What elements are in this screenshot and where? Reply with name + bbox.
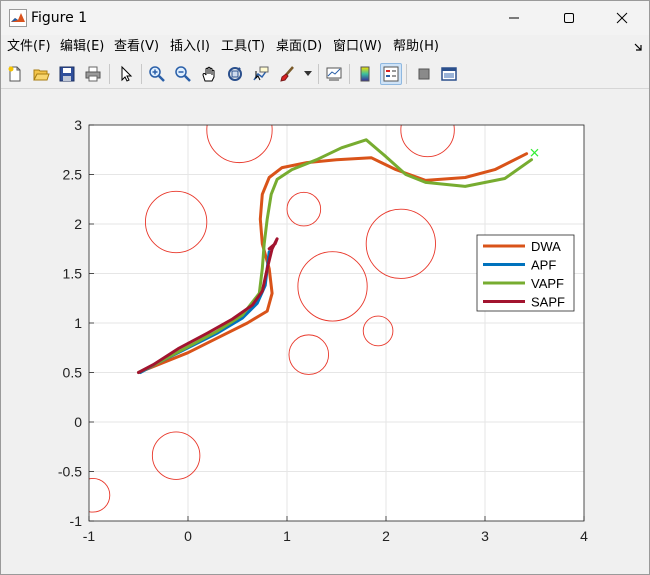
print-icon	[85, 66, 101, 82]
title-bar[interactable]: Figure 1	[1, 1, 649, 35]
pan-button[interactable]	[198, 63, 220, 85]
toolbar-separator	[349, 64, 350, 84]
zoom-in-button[interactable]	[146, 63, 168, 85]
legend-icon	[383, 66, 399, 82]
save-button[interactable]	[56, 63, 78, 85]
toolbar-separator	[109, 64, 110, 84]
show-plot-tools-icon	[441, 67, 457, 81]
open-file-button[interactable]	[30, 63, 52, 85]
y-tick-label: 1.5	[63, 266, 83, 282]
legend-label-dwa: DWA	[531, 239, 561, 254]
y-tick-label: 2	[74, 216, 82, 232]
rotate-3d-button[interactable]	[224, 63, 246, 85]
open-file-icon	[33, 69, 50, 81]
menu-bar: 文件(F) 编辑(E) 查看(V) 插入(I) 工具(T) 桌面(D) 窗口(W…	[1, 35, 649, 59]
print-button[interactable]	[82, 63, 104, 85]
minimize-icon	[509, 17, 519, 19]
link-plot-icon	[326, 67, 342, 81]
y-tick-label: 1	[74, 315, 82, 331]
y-tick-label: 0.5	[63, 365, 83, 381]
menu-window[interactable]: 窗口(W)	[333, 38, 382, 56]
zoom-out-button[interactable]	[172, 63, 194, 85]
menu-edit[interactable]: 编辑(E)	[60, 38, 104, 56]
menu-insert[interactable]: 插入(I)	[170, 38, 210, 56]
legend-button[interactable]	[380, 63, 402, 85]
link-plot-button[interactable]	[323, 63, 345, 85]
toolbar-separator	[318, 64, 319, 84]
colorbar-button[interactable]	[354, 63, 376, 85]
figure-toolbar	[1, 59, 649, 89]
menu-dock-arrow-icon[interactable]	[633, 42, 643, 52]
x-tick-label: 0	[184, 528, 192, 544]
y-tick-label: -1	[70, 513, 83, 529]
maximize-button[interactable]	[546, 1, 592, 35]
close-icon	[616, 12, 628, 24]
brush-dropdown-button[interactable]	[301, 63, 315, 85]
menu-desktop[interactable]: 桌面(D)	[276, 38, 322, 56]
hide-plot-tools-icon	[418, 68, 430, 80]
rotate-3d-icon	[228, 67, 242, 81]
legend[interactable]: DWA APF VAPF SAPF	[476, 234, 575, 312]
window-title: Figure 1	[31, 10, 88, 26]
colorbar-icon	[360, 66, 370, 82]
x-tick-label: -1	[83, 528, 96, 544]
trajectory-plot[interactable]: -1 0 1 2 3 4 -1 -0.5 0 0.5 1 1.5 2 2.5 3 DWA APF VAPF SA…	[0, 89, 648, 573]
minimize-button[interactable]	[491, 1, 537, 35]
y-tick-label: 3	[74, 117, 82, 133]
brush-button[interactable]	[276, 63, 298, 85]
brush-icon	[280, 66, 294, 82]
save-icon	[59, 66, 75, 82]
toolbar-separator	[141, 64, 142, 84]
menu-help[interactable]: 帮助(H)	[393, 38, 439, 56]
pointer-button[interactable]	[115, 63, 137, 85]
chevron-down-icon	[304, 71, 312, 76]
menu-file[interactable]: 文件(F)	[7, 38, 51, 56]
x-tick-label: 2	[382, 528, 390, 544]
new-figure-button[interactable]	[4, 63, 26, 85]
toolbar-separator	[406, 64, 407, 84]
hide-plot-tools-button[interactable]	[413, 63, 435, 85]
zoom-out-icon	[175, 66, 191, 82]
y-tick-label: 2.5	[63, 167, 83, 183]
x-tick-label: 1	[283, 528, 291, 544]
matlab-icon	[9, 9, 27, 27]
x-tick-label: 4	[580, 528, 588, 544]
close-button[interactable]	[599, 1, 645, 35]
pan-hand-icon	[202, 66, 215, 82]
pointer-icon	[121, 65, 133, 82]
legend-label-apf: APF	[531, 258, 556, 273]
zoom-in-icon	[149, 66, 165, 82]
y-tick-label: 0	[74, 414, 82, 430]
show-plot-tools-button[interactable]	[438, 63, 460, 85]
menu-tools[interactable]: 工具(T)	[221, 38, 265, 56]
data-cursor-icon	[253, 66, 269, 81]
legend-label-sapf: SAPF	[531, 295, 565, 310]
maximize-icon	[564, 13, 574, 23]
menu-view[interactable]: 查看(V)	[114, 38, 159, 56]
data-cursor-button[interactable]	[250, 63, 272, 85]
legend-label-vapf: VAPF	[531, 276, 564, 291]
y-tick-label: -0.5	[58, 464, 82, 480]
new-figure-icon	[8, 66, 21, 82]
x-tick-label: 3	[481, 528, 489, 544]
